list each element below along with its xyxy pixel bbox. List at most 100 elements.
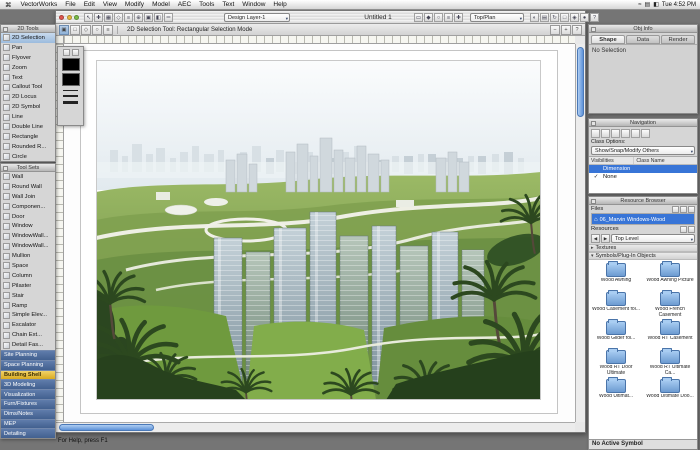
menu-item[interactable]: AEC: [174, 0, 195, 10]
symbol-folder[interactable]: Wood Casement fol...: [589, 290, 643, 318]
refresh-icon[interactable]: [680, 205, 687, 213]
tab[interactable]: Shape: [591, 35, 625, 44]
toolbar-icon[interactable]: ▣: [144, 12, 153, 22]
toolbar-icon[interactable]: ○: [434, 12, 443, 22]
tab[interactable]: Data: [626, 35, 660, 44]
close-icon[interactable]: [2, 165, 8, 171]
tool-item[interactable]: Zoom: [1, 63, 55, 73]
toolbar-icon[interactable]: ◐: [530, 12, 539, 22]
tool-set-category[interactable]: MEP: [1, 418, 55, 429]
tool-item[interactable]: Double Line: [1, 122, 55, 132]
tool-item[interactable]: Round Wall: [1, 182, 55, 192]
mode-icon[interactable]: □: [70, 24, 80, 35]
toolbar-icon[interactable]: ▭: [414, 12, 423, 22]
symbol-folder[interactable]: Wood Glider fol...: [589, 319, 643, 347]
fill-color-swatch[interactable]: [61, 58, 80, 71]
toolbar-icon[interactable]: ▤: [540, 12, 549, 22]
tool-item[interactable]: Wall Join: [1, 192, 55, 202]
toolbar-icon[interactable]: ●: [580, 12, 589, 22]
menu-item[interactable]: Text: [218, 0, 238, 10]
zoom-window-icon[interactable]: [74, 14, 79, 20]
vertical-scrollbar[interactable]: [575, 44, 585, 422]
tool-item[interactable]: Space: [1, 261, 55, 271]
class-row[interactable]: Dimension: [589, 164, 697, 173]
close-icon[interactable]: [590, 198, 596, 204]
tool-set-category[interactable]: 3D Modeling: [1, 379, 55, 390]
navigation-tab-icon[interactable]: [631, 128, 640, 138]
tool-item[interactable]: Stair: [1, 291, 55, 301]
symbol-folder[interactable]: Wood Ultimate Doo...: [643, 377, 697, 405]
tool-item[interactable]: 2D Selection: [1, 33, 55, 43]
menu-item[interactable]: Edit: [80, 0, 99, 10]
close-window-icon[interactable]: [59, 14, 64, 20]
tool-item[interactable]: Line: [1, 112, 55, 122]
tool-set-category[interactable]: Building Shell: [1, 369, 55, 380]
level-select[interactable]: Top Level ▾: [611, 234, 695, 243]
help-icon[interactable]: ?: [572, 24, 582, 35]
layer-select[interactable]: Design Layer-1 ▾: [224, 13, 290, 22]
close-icon[interactable]: [590, 120, 596, 126]
column-header[interactable]: Visibilities: [589, 156, 635, 164]
tool-set-category[interactable]: Dims/Notes: [1, 408, 55, 419]
palette-title-bar[interactable]: Navigation: [589, 119, 697, 127]
view-mode-icon[interactable]: [680, 225, 687, 233]
symbol-folder[interactable]: Wood Ultimat...: [589, 377, 643, 405]
fill-style-dropdown-icon[interactable]: [62, 49, 70, 56]
menu-clock[interactable]: Tue 4:52 PM: [662, 2, 696, 8]
menu-item[interactable]: Window: [238, 0, 269, 10]
tool-item[interactable]: Simple Elev...: [1, 310, 55, 320]
mode-icon[interactable]: ○: [92, 24, 102, 35]
tool-item[interactable]: Detail Fas...: [1, 340, 55, 350]
toolbar-icon[interactable]: ◆: [424, 12, 433, 22]
apple-menu-icon[interactable]: ⌘: [0, 1, 17, 9]
tool-item[interactable]: 2D Symbol: [1, 102, 55, 112]
tool-set-category[interactable]: Furn/Fixtures: [1, 399, 55, 409]
symbol-folder[interactable]: Wood RT Ultimate Ca...: [643, 348, 697, 376]
column-header[interactable]: Class Name: [634, 157, 697, 164]
toolbar-icon[interactable]: ≡: [124, 12, 133, 22]
pen-color-swatch[interactable]: [61, 73, 80, 86]
menubar-status-icon[interactable]: ≈: [638, 2, 641, 8]
tool-item[interactable]: 2D Locus: [1, 92, 55, 102]
back-icon[interactable]: ◀: [591, 234, 600, 243]
resource-section[interactable]: Textures: [589, 244, 697, 252]
menu-item[interactable]: Model: [148, 0, 174, 10]
tool-item[interactable]: Wall: [1, 172, 55, 182]
palette-title-bar[interactable]: 2D Tools: [1, 25, 55, 33]
toolbar-icon[interactable]: ◇: [114, 12, 123, 22]
tool-item[interactable]: Componen...: [1, 202, 55, 212]
minimize-window-icon[interactable]: [66, 14, 72, 20]
toolbar-icon[interactable]: ⊕: [134, 12, 143, 22]
menu-item[interactable]: File: [61, 0, 79, 10]
symbol-folder[interactable]: Wood French Casement: [643, 290, 697, 318]
toolbar-icon[interactable]: ≡: [444, 12, 453, 22]
tool-item[interactable]: Mullion: [1, 251, 55, 261]
line-weight-sample[interactable]: [63, 95, 78, 97]
close-icon[interactable]: [590, 26, 596, 32]
vertical-scroll-thumb[interactable]: [577, 47, 584, 117]
toolbar-icon[interactable]: ▦: [104, 12, 113, 22]
pen-style-dropdown-icon[interactable]: [71, 49, 79, 56]
navigation-tab-icon[interactable]: [591, 128, 600, 138]
tool-item[interactable]: Text: [1, 73, 55, 83]
tool-set-category[interactable]: Site Planning: [1, 350, 55, 360]
tool-item[interactable]: Circle: [1, 152, 55, 161]
menu-item[interactable]: VectorWorks: [17, 0, 62, 10]
menubar-status-icon[interactable]: ◧: [653, 1, 659, 8]
file-item[interactable]: ⌂ 06_Marvin Windows-Wood: [592, 214, 694, 224]
tool-item[interactable]: Flyover: [1, 53, 55, 63]
symbol-folder[interactable]: Wood RT Casement: [643, 319, 697, 347]
mode-icon[interactable]: ◇: [81, 24, 91, 35]
browse-files-icon[interactable]: [672, 205, 679, 213]
tool-item[interactable]: Rectangle: [1, 132, 55, 142]
toolbar-icon[interactable]: □: [560, 12, 569, 22]
palette-title-bar[interactable]: Obj Info: [589, 25, 697, 33]
tool-item[interactable]: Door: [1, 212, 55, 222]
class-options-select[interactable]: Show/Snap/Modify Others ▾: [591, 145, 695, 155]
line-weight-sample[interactable]: [63, 90, 78, 91]
navigation-tab-icon[interactable]: [641, 128, 650, 138]
zoom-in-icon[interactable]: +: [561, 24, 571, 35]
palette-title-bar[interactable]: Resource Browser: [589, 197, 697, 205]
close-icon[interactable]: [2, 26, 8, 32]
horizontal-scrollbar[interactable]: [56, 422, 575, 432]
